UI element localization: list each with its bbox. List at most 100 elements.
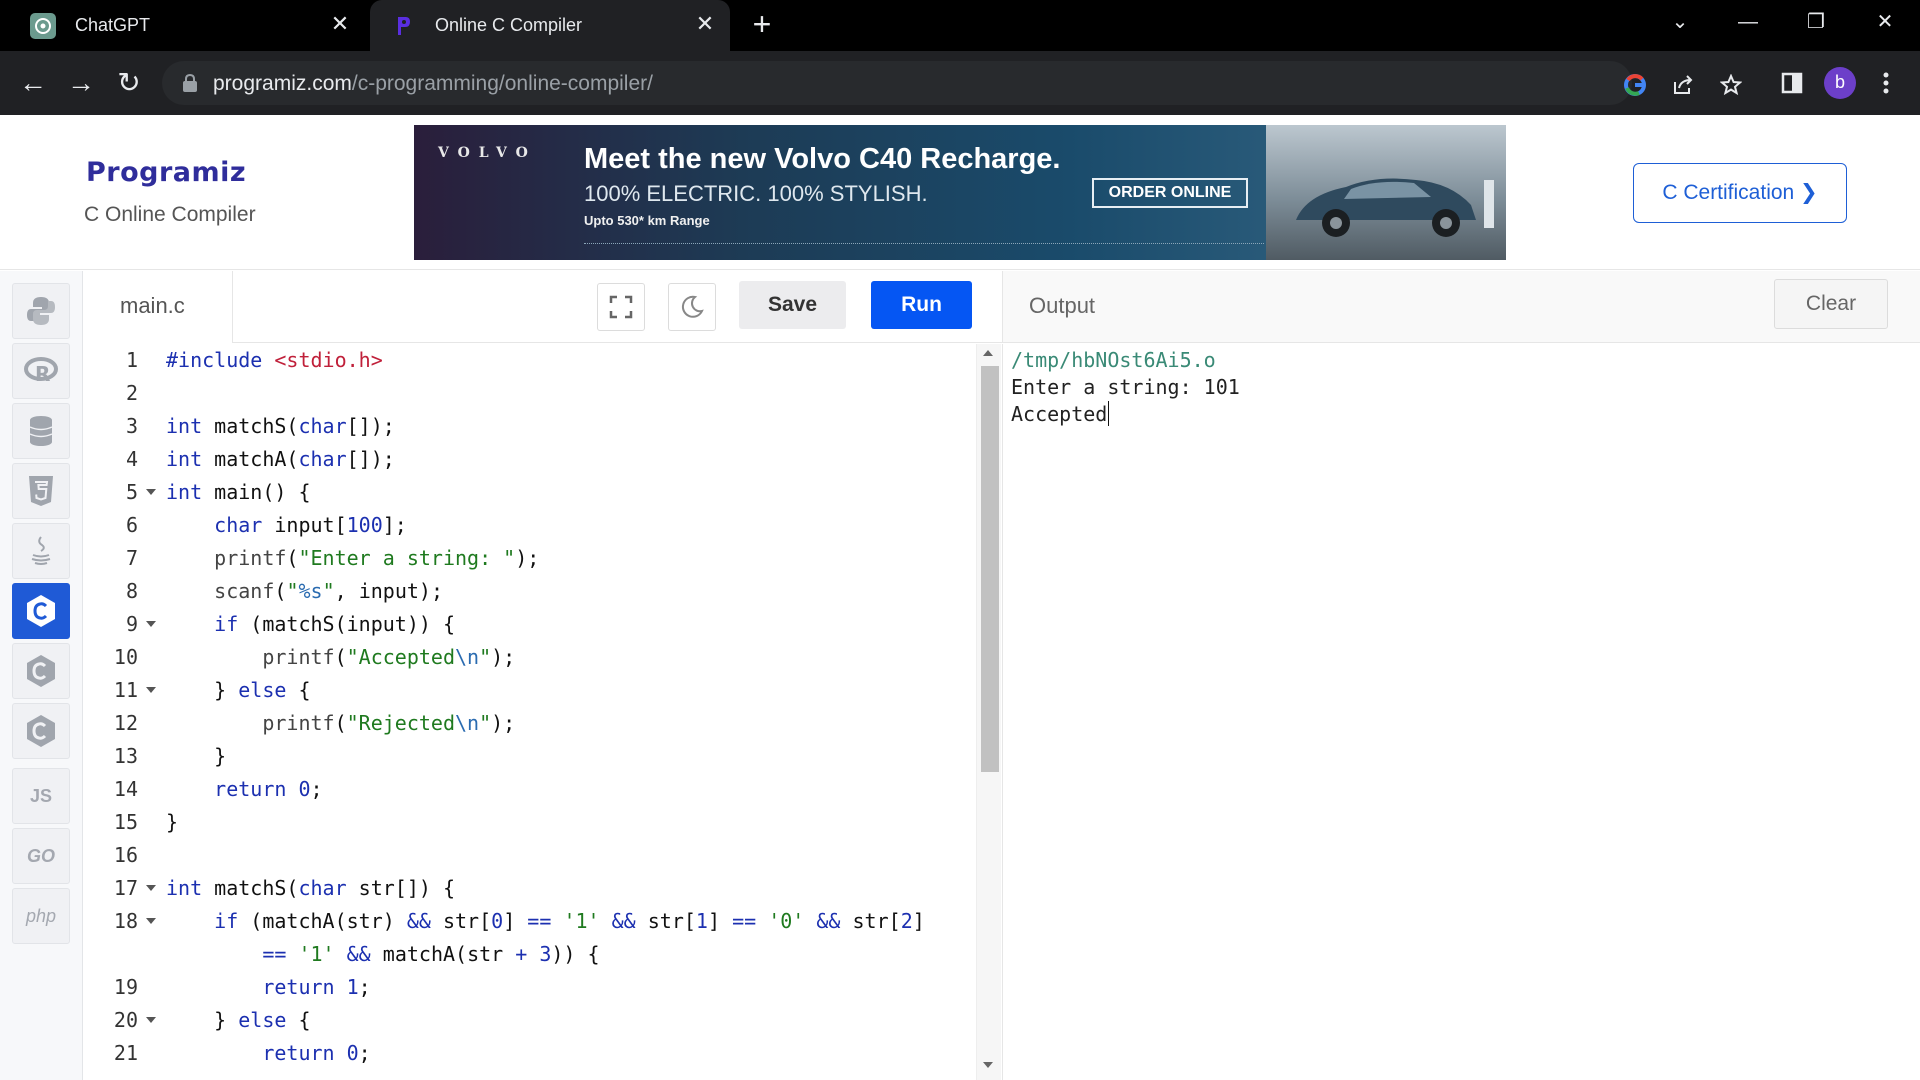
- code-line: printf("Rejected\n");: [262, 711, 516, 735]
- file-name: main.c: [120, 293, 185, 318]
- c-lang-icon: [27, 595, 55, 627]
- code-line: } else {: [166, 678, 311, 702]
- ad-subline: 100% ELECTRIC. 100% STYLISH.: [584, 181, 928, 206]
- reload-icon[interactable]: ↻: [109, 63, 149, 103]
- line-number-gutter: 1 2 3 4 5 6 7 8 9 10 11 12 13 14 15 16 1…: [84, 344, 164, 1080]
- line-number: 19: [113, 975, 138, 999]
- lock-icon: [183, 74, 197, 92]
- tab-search-icon[interactable]: ⌄: [1650, 0, 1710, 44]
- lang-js[interactable]: JS: [12, 768, 70, 824]
- csharp-icon: [27, 715, 55, 747]
- lang-go[interactable]: GO: [12, 828, 70, 884]
- fold-arrow-icon[interactable]: [146, 621, 156, 627]
- fold-arrow-icon[interactable]: [146, 489, 156, 495]
- window-close-icon[interactable]: ✕: [1855, 0, 1915, 44]
- editor-toolbar: main.c Save Run: [84, 271, 1002, 343]
- lang-csharp[interactable]: [12, 703, 70, 759]
- output-title: Output: [1029, 293, 1096, 318]
- line-number: 13: [113, 744, 138, 768]
- line-number: 14: [113, 777, 138, 801]
- html5-icon: [29, 476, 53, 506]
- tab-online-c-compiler[interactable]: Online C Compiler ✕: [370, 0, 730, 51]
- google-icon[interactable]: [1624, 74, 1646, 96]
- close-icon[interactable]: ✕: [692, 11, 718, 37]
- ad-car-image: [1266, 125, 1506, 260]
- url-path: /c-programming/online-compiler/: [351, 72, 653, 95]
- scrollbar-thumb[interactable]: [981, 366, 999, 772]
- code-line: int main() {: [166, 480, 311, 504]
- site-header: Programiz C Online Compiler VOLVO Meet t…: [0, 115, 1920, 270]
- line-number: 15: [113, 810, 138, 834]
- bookmark-star-icon[interactable]: [1720, 74, 1742, 96]
- car-icon: [1296, 178, 1494, 237]
- dark-mode-button[interactable]: [668, 283, 716, 331]
- lang-java[interactable]: [12, 523, 70, 579]
- new-tab-button[interactable]: +: [745, 8, 779, 42]
- ad-range: Upto 530* km Range: [584, 213, 710, 228]
- js-icon: JS: [29, 785, 53, 806]
- php-icon: php: [25, 905, 57, 926]
- ad-brand: VOLVO: [438, 145, 537, 161]
- output-console[interactable]: /tmp/hbNOst6Ai5.o Enter a string: 101 Ac…: [1002, 344, 1920, 1080]
- restore-icon[interactable]: ❐: [1786, 0, 1846, 44]
- lang-r[interactable]: R: [12, 343, 70, 399]
- forward-icon[interactable]: →: [61, 63, 101, 103]
- run-button[interactable]: Run: [871, 281, 972, 329]
- line-number: 9: [84, 608, 164, 641]
- output-line-accepted: Accepted: [1011, 401, 1110, 426]
- close-icon[interactable]: ✕: [327, 11, 353, 37]
- line-number: 21: [113, 1041, 138, 1065]
- lang-php[interactable]: php: [12, 888, 70, 944]
- ad-banner[interactable]: VOLVO Meet the new Volvo C40 Recharge. 1…: [414, 125, 1506, 260]
- line-number: 7: [125, 546, 138, 570]
- programiz-icon: [398, 17, 410, 35]
- address-bar[interactable]: programiz.com/c-programming/online-compi…: [162, 61, 1742, 105]
- line-number: 1: [125, 348, 138, 372]
- file-tab-main-c[interactable]: main.c: [84, 271, 233, 343]
- save-button[interactable]: Save: [739, 281, 846, 329]
- output-header: Output Clear: [1002, 271, 1920, 343]
- menu-kebab-icon[interactable]: [1868, 65, 1904, 101]
- share-icon[interactable]: [1672, 74, 1694, 96]
- editor-scrollbar[interactable]: [976, 344, 1001, 1080]
- scroll-up-arrow-icon[interactable]: [983, 350, 993, 356]
- lang-python[interactable]: [12, 283, 70, 339]
- code-line: printf("Accepted\n");: [262, 645, 516, 669]
- ad-fine-print: [584, 243, 1264, 246]
- line-number: 8: [125, 579, 138, 603]
- side-panel-icon[interactable]: [1774, 65, 1810, 101]
- line-number: 3: [125, 414, 138, 438]
- url-domain: programiz.com: [213, 72, 352, 95]
- clear-button[interactable]: Clear: [1774, 279, 1888, 329]
- code-line: printf("Enter a string: ");: [214, 546, 540, 570]
- fold-arrow-icon[interactable]: [146, 918, 156, 924]
- tab-chatgpt[interactable]: ChatGPT ✕: [10, 0, 365, 51]
- fold-arrow-icon[interactable]: [146, 885, 156, 891]
- code-line: int matchA(char[]);: [166, 447, 395, 471]
- scroll-down-arrow-icon[interactable]: [983, 1062, 993, 1068]
- programiz-logo[interactable]: Programiz: [86, 157, 246, 188]
- minimize-icon[interactable]: —: [1718, 0, 1778, 44]
- code-editor[interactable]: 1 2 3 4 5 6 7 8 9 10 11 12 13 14 15 16 1…: [84, 344, 1001, 1080]
- code-line: return 0;: [262, 1041, 371, 1065]
- c-certification-button[interactable]: C Certification ❯: [1633, 163, 1847, 223]
- line-number: 18: [84, 905, 164, 938]
- fold-arrow-icon[interactable]: [146, 1017, 156, 1023]
- java-icon: [31, 536, 51, 565]
- lang-c[interactable]: [12, 583, 70, 639]
- fullscreen-icon: [609, 295, 633, 319]
- lang-cpp[interactable]: [12, 643, 70, 699]
- fold-arrow-icon[interactable]: [146, 687, 156, 693]
- code-line: #include <stdio.h>: [166, 348, 383, 372]
- profile-avatar[interactable]: b: [1824, 67, 1856, 99]
- fullscreen-button[interactable]: [597, 283, 645, 331]
- ad-order-button[interactable]: ORDER ONLINE: [1092, 178, 1248, 208]
- lang-html[interactable]: [12, 463, 70, 519]
- back-icon[interactable]: ←: [13, 63, 53, 103]
- code-line: if (matchS(input)) {: [214, 612, 456, 636]
- code-line: return 0;: [214, 777, 323, 801]
- code-line: int matchS(char str[]) {: [166, 876, 455, 900]
- moon-icon: [681, 295, 704, 318]
- lang-sql[interactable]: [12, 403, 70, 459]
